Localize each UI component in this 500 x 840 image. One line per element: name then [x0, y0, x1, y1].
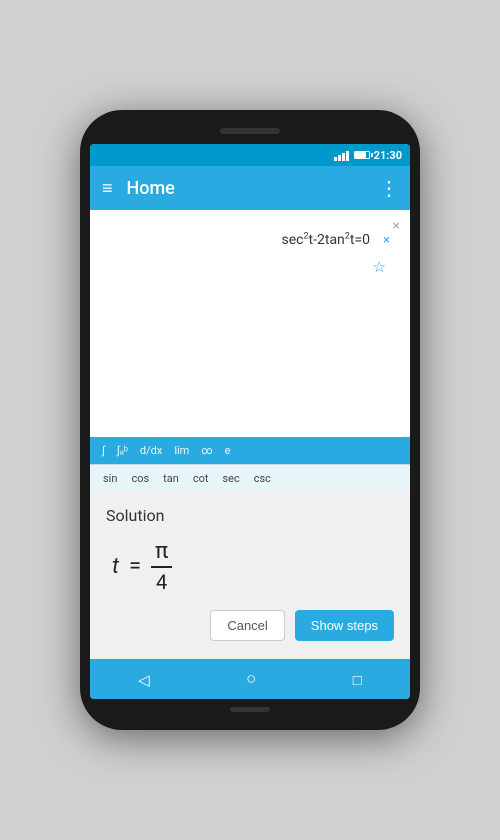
keyboard-integral[interactable]: ∫	[96, 441, 111, 460]
home-button[interactable]	[236, 665, 266, 693]
signal-bars	[334, 149, 349, 161]
status-bar: 21:30	[90, 144, 410, 166]
recent-apps-button[interactable]	[343, 666, 372, 693]
app-bar-title: Home	[127, 178, 379, 199]
exp-superscript-1: 2	[303, 231, 308, 241]
signal-bar-2	[338, 155, 341, 161]
keyboard-csc[interactable]: csc	[247, 469, 278, 488]
expression-close-button[interactable]: ×	[383, 233, 390, 248]
expression-text: sec2t-2tan2t=0	[282, 232, 371, 248]
equals-sign: =	[129, 554, 141, 579]
star-button-container: ☆	[102, 258, 398, 276]
exp-superscript-2: 2	[345, 231, 350, 241]
solution-fraction: π 4	[151, 539, 172, 594]
solution-variable: t	[112, 554, 119, 579]
phone-screen: 21:30 ≡ Home ⋮ × sec2t-2tan2t=0 × ☆	[90, 144, 410, 699]
signal-bar-1	[334, 157, 337, 161]
keyboard-top-row: ∫ ∫ₐᵇ d/dx lim ∞ e	[90, 437, 410, 464]
favorite-star-icon[interactable]: ☆	[373, 258, 386, 276]
phone-speaker	[220, 128, 280, 134]
solution-label: Solution	[106, 506, 394, 525]
content-area: × sec2t-2tan2t=0 × ☆ ∫ ∫ₐᵇ d/dx lim	[90, 210, 410, 659]
solution-panel: Solution t = π 4 Cancel Show steps	[90, 492, 410, 659]
keyboard-tan[interactable]: tan	[156, 469, 186, 488]
battery-fill	[355, 152, 366, 158]
keyboard-limit[interactable]: lim	[168, 441, 195, 460]
nav-bar	[90, 659, 410, 699]
keyboard-e[interactable]: e	[219, 441, 237, 460]
fraction-denominator: 4	[152, 568, 171, 594]
status-icons	[334, 149, 370, 161]
keyboard-cot[interactable]: cot	[186, 469, 216, 488]
keyboard-bottom-row: sin cos tan cot sec csc	[90, 464, 410, 492]
keyboard-infinity[interactable]: ∞	[195, 441, 218, 460]
status-time: 21:30	[374, 149, 402, 162]
battery-icon	[354, 151, 370, 159]
hamburger-icon[interactable]: ≡	[102, 178, 113, 199]
signal-bar-4	[346, 151, 349, 161]
phone-home-button	[230, 707, 270, 712]
keyboard-cos[interactable]: cos	[124, 469, 156, 488]
expression-row: sec2t-2tan2t=0 ×	[102, 226, 398, 254]
solution-math: t = π 4	[106, 533, 394, 604]
back-button[interactable]	[128, 666, 160, 693]
expression-area: × sec2t-2tan2t=0 × ☆	[90, 210, 410, 437]
app-bar: ≡ Home ⋮	[90, 166, 410, 210]
cancel-button[interactable]: Cancel	[210, 610, 284, 641]
more-options-icon[interactable]: ⋮	[379, 176, 398, 200]
keyboard-sec[interactable]: sec	[215, 469, 246, 488]
keyboard-definite-integral[interactable]: ∫ₐᵇ	[111, 441, 134, 460]
math-keyboard: ∫ ∫ₐᵇ d/dx lim ∞ e sin cos tan cot sec c…	[90, 437, 410, 492]
action-buttons: Cancel Show steps	[106, 604, 394, 649]
fraction-numerator: π	[151, 539, 172, 568]
signal-bar-3	[342, 153, 345, 161]
keyboard-derivative[interactable]: d/dx	[134, 441, 168, 460]
phone-outer: 21:30 ≡ Home ⋮ × sec2t-2tan2t=0 × ☆	[80, 110, 420, 730]
keyboard-sin[interactable]: sin	[96, 469, 124, 488]
show-steps-button[interactable]: Show steps	[295, 610, 394, 641]
